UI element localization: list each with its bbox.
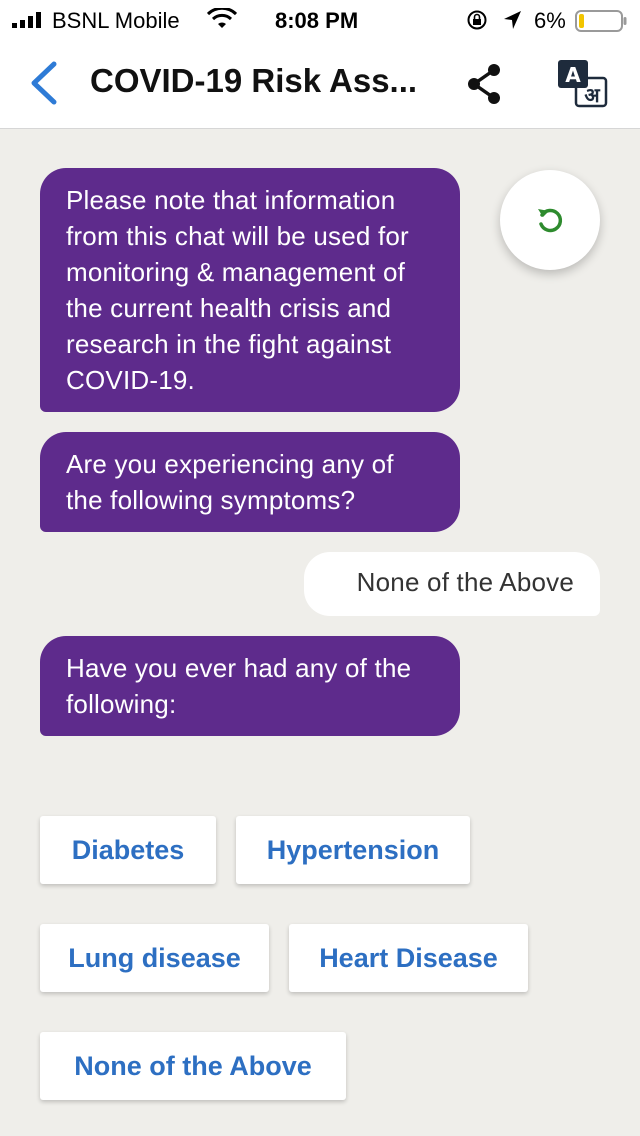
nav-bar: COVID-19 Risk Ass... A अ: [0, 40, 640, 129]
option-diabetes-button[interactable]: Diabetes: [40, 816, 216, 884]
translate-devanagari-glyph: अ: [584, 83, 600, 107]
share-icon: [468, 64, 500, 104]
wifi-icon: [207, 8, 237, 28]
carrier-name: BSNL Mobile: [52, 8, 180, 33]
signal-icon: [12, 12, 41, 28]
restart-chat-button[interactable]: [500, 170, 600, 270]
page-title: COVID-19 Risk Ass...: [90, 62, 418, 99]
option-lung-disease-button[interactable]: Lung disease: [40, 924, 269, 992]
option-none-of-the-above-button[interactable]: None of the Above: [40, 1032, 346, 1100]
refresh-icon: [538, 208, 563, 233]
bot-message: Are you experiencing any of the followin…: [40, 432, 460, 532]
option-heart-disease-button[interactable]: Heart Disease: [289, 924, 528, 992]
battery-percentage: 6%: [534, 8, 566, 33]
option-hypertension-button[interactable]: Hypertension: [236, 816, 470, 884]
orientation-lock-icon: [467, 10, 487, 30]
translate-button[interactable]: A अ: [556, 58, 610, 110]
back-chevron-icon: [31, 61, 57, 105]
battery-icon: [575, 10, 627, 32]
bot-message: Have you ever had any of the following:: [40, 636, 460, 736]
share-button[interactable]: [464, 62, 504, 106]
translate-latin-glyph: A: [565, 63, 581, 87]
translate-icon: A अ: [558, 60, 608, 108]
status-time: 8:08 PM: [275, 8, 359, 33]
bot-message: Please note that information from this c…: [40, 168, 460, 412]
user-message: None of the Above: [304, 552, 600, 616]
back-button[interactable]: [26, 60, 66, 106]
status-bar: BSNL Mobile 8:08 PM 6%: [0, 0, 640, 40]
location-icon: [504, 11, 521, 29]
